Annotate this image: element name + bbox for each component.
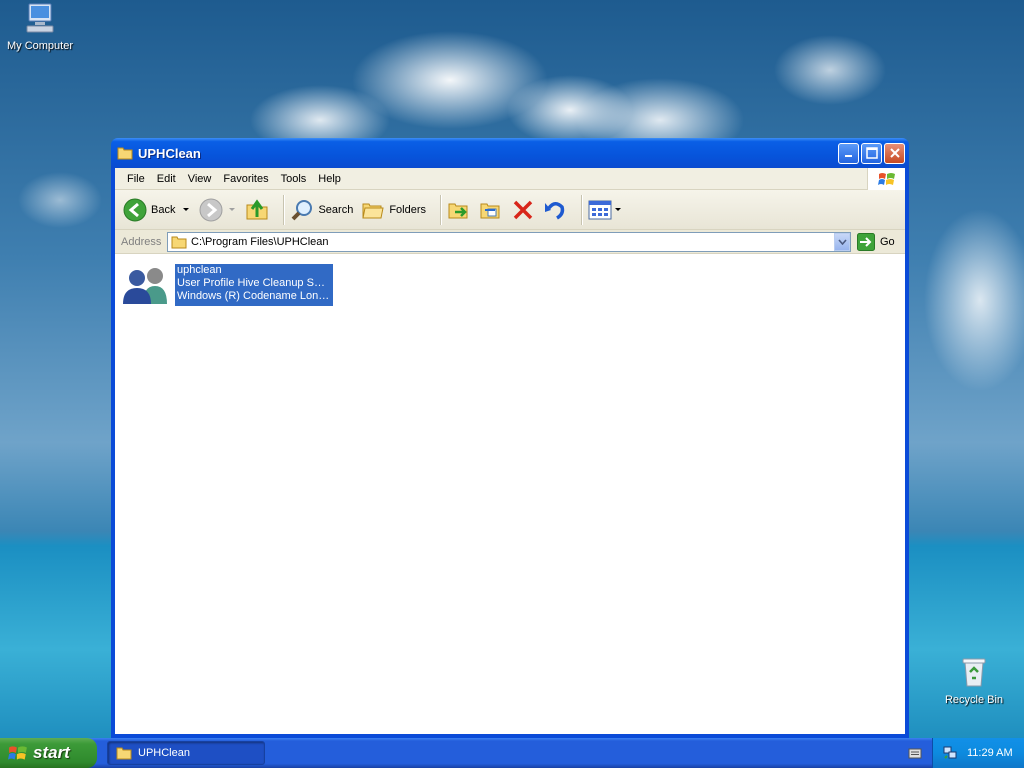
address-label: Address <box>121 235 162 248</box>
menu-tools[interactable]: Tools <box>275 173 313 185</box>
minimize-icon <box>844 155 852 157</box>
move-to-button[interactable] <box>447 198 471 222</box>
search-icon <box>292 199 313 220</box>
move-to-icon <box>448 203 468 218</box>
copy-to-button[interactable] <box>479 198 503 222</box>
windows-logo-icon <box>867 168 905 190</box>
up-folder-icon <box>246 198 268 219</box>
my-computer-icon <box>26 3 54 33</box>
keyboard-icon[interactable] <box>908 746 922 760</box>
toolbar-separator <box>283 194 285 225</box>
folder-icon <box>117 147 133 160</box>
back-button[interactable]: Back <box>123 198 191 222</box>
forward-arrow-icon <box>199 198 223 221</box>
go-button[interactable]: Go <box>857 232 901 251</box>
search-button[interactable]: Search <box>290 198 353 222</box>
menu-help[interactable]: Help <box>312 173 347 185</box>
clock[interactable]: 11:29 AM <box>967 747 1013 759</box>
chevron-down-icon[interactable] <box>614 206 622 214</box>
toolbar-separator <box>440 194 442 225</box>
system-tray: 11:29 AM <box>932 738 1024 768</box>
address-value: C:\Program Files\UPHClean <box>191 235 329 248</box>
menu-bar: File Edit View Favorites Tools Help <box>115 168 905 190</box>
forward-button[interactable] <box>199 198 237 222</box>
toolbar: Back Search Folders <box>115 190 905 230</box>
views-button[interactable] <box>588 198 622 222</box>
copy-to-icon <box>480 203 500 218</box>
menu-edit[interactable]: Edit <box>151 173 182 185</box>
desktop-icon-label: My Computer <box>6 40 74 52</box>
file-name: uphclean <box>177 264 222 276</box>
search-label: Search <box>318 203 354 216</box>
taskbar-item-uphclean[interactable]: UPHClean <box>107 741 265 765</box>
windows-logo-icon <box>8 746 27 760</box>
close-button[interactable] <box>884 142 905 164</box>
network-icon[interactable] <box>943 746 957 760</box>
file-company: Windows (R) Codename Long... <box>177 290 331 302</box>
folders-button[interactable]: Folders <box>361 198 426 222</box>
views-icon <box>588 200 612 219</box>
file-description: User Profile Hive Cleanup Serv... <box>177 277 331 289</box>
minimize-button[interactable] <box>838 142 859 164</box>
chevron-down-icon[interactable] <box>227 206 237 214</box>
file-list-pane[interactable]: uphclean User Profile Hive Cleanup Serv.… <box>115 254 905 734</box>
address-input[interactable]: C:\Program Files\UPHClean <box>167 231 851 252</box>
window-title: UPHClean <box>138 145 201 161</box>
maximize-icon <box>865 147 878 159</box>
folders-icon <box>362 203 384 218</box>
go-arrow-icon <box>857 232 875 251</box>
maximize-button[interactable] <box>861 142 882 164</box>
chevron-down-icon <box>837 238 847 245</box>
delete-button[interactable] <box>511 198 535 222</box>
desktop-icon-my-computer[interactable]: My Computer <box>0 2 80 52</box>
chevron-down-icon[interactable] <box>181 206 191 214</box>
file-item-text: uphclean User Profile Hive Cleanup Serv.… <box>175 264 333 306</box>
address-bar: Address C:\Program Files\UPHClean Go <box>115 230 905 254</box>
explorer-window: UPHClean File Edit View Favorites Tools … <box>111 138 909 738</box>
folder-icon <box>171 236 187 248</box>
up-folder-button[interactable] <box>245 198 269 222</box>
menu-view[interactable]: View <box>182 173 218 185</box>
undo-button[interactable] <box>543 198 567 222</box>
menu-favorites[interactable]: Favorites <box>217 173 274 185</box>
folders-label: Folders <box>389 203 427 216</box>
undo-icon <box>545 201 565 220</box>
title-bar[interactable]: UPHClean <box>111 138 909 168</box>
recycle-bin-icon <box>962 658 986 687</box>
start-label: start <box>33 743 70 762</box>
back-arrow-icon <box>123 198 147 221</box>
taskbar: start UPHClean 11:29 AM <box>0 738 1024 768</box>
address-dropdown-button[interactable] <box>834 232 850 251</box>
menu-file[interactable]: File <box>121 173 151 185</box>
start-button[interactable]: start <box>0 738 97 768</box>
close-icon <box>889 148 900 158</box>
desktop-icon-recycle-bin[interactable]: Recycle Bin <box>934 656 1014 706</box>
delete-icon <box>513 200 533 219</box>
taskbar-item-label: UPHClean <box>138 747 190 759</box>
folder-icon <box>116 747 132 760</box>
toolbar-separator <box>581 194 583 225</box>
desktop-icon-label: Recycle Bin <box>944 694 1004 706</box>
users-icon <box>123 268 167 304</box>
back-label: Back <box>151 203 176 216</box>
go-label: Go <box>880 235 895 248</box>
file-item-uphclean[interactable]: uphclean User Profile Hive Cleanup Serv.… <box>121 264 333 306</box>
